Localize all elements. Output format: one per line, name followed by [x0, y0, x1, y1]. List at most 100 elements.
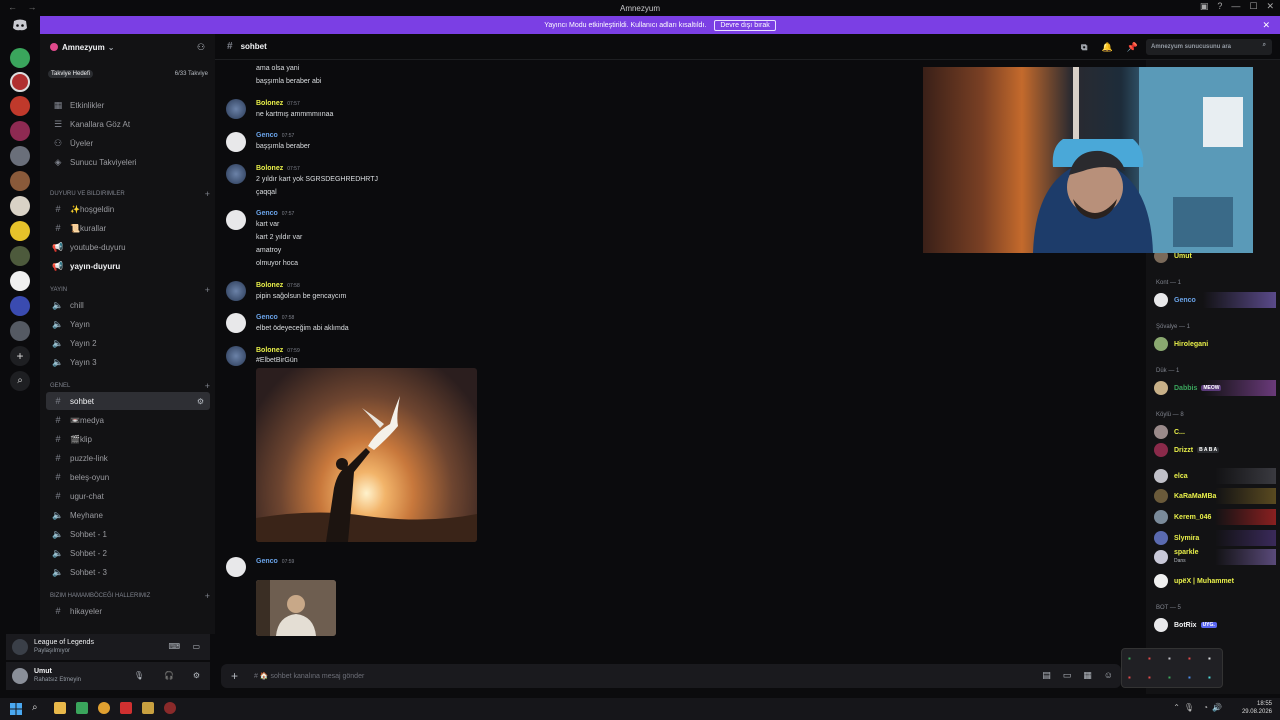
microphone-icon[interactable]: 🎙	[1184, 703, 1194, 712]
avatar[interactable]	[226, 313, 246, 333]
microphone-icon[interactable]: 🎙	[134, 671, 144, 680]
boost-goal[interactable]: Takviye Hedefi 6/33 Takviye	[48, 68, 208, 80]
avatar[interactable]	[226, 132, 246, 152]
search-icon[interactable]: ⌕	[32, 702, 38, 713]
server-icon[interactable]	[10, 96, 30, 116]
tray-app-icon[interactable]: ▪	[1148, 673, 1151, 682]
channel-item[interactable]: # 🎬klip	[46, 430, 210, 448]
channel-item[interactable]: 🔈 Yayın 2	[46, 334, 210, 352]
member-item[interactable]: Kerem_046	[1154, 509, 1276, 525]
category-general[interactable]: Genel +	[50, 380, 210, 392]
server-icon[interactable]	[10, 146, 30, 166]
server-icon[interactable]	[10, 246, 30, 266]
category-stream[interactable]: Yayın +	[50, 284, 210, 296]
channel-item[interactable]: # 📼medya	[46, 411, 210, 429]
tray-chevron-up-icon[interactable]: ⌃	[1173, 703, 1180, 712]
volume-icon[interactable]: 🔊	[1212, 703, 1222, 712]
member-item[interactable]: upëX | Muhammet	[1154, 573, 1276, 589]
add-channel-icon[interactable]: +	[205, 285, 210, 295]
message-author[interactable]: Genco 07:58	[256, 314, 294, 321]
tray-app-icon[interactable]: ▪	[1208, 673, 1211, 682]
category-announcements[interactable]: Duyuru ve Bildirimler +	[50, 188, 210, 200]
message-author[interactable]: Bolonez 07:58	[256, 282, 300, 289]
server-icon[interactable]	[10, 48, 30, 68]
message-author[interactable]: Genco 07:57	[256, 210, 294, 217]
member-item[interactable]: Drizzt B A B A	[1154, 442, 1276, 458]
server-header[interactable]: Amnezyum ⌄ ⚇	[40, 34, 215, 60]
tray-app-icon[interactable]: ▪	[1168, 673, 1171, 682]
channel-item[interactable]: 📢 yayın-duyuru	[46, 257, 210, 275]
channel-item[interactable]: 🔈 Meyhane	[46, 506, 210, 524]
channel-item[interactable]: 📢 youtube-duyuru	[46, 238, 210, 256]
add-attachment-icon[interactable]: +	[231, 669, 238, 683]
network-icon[interactable]: ◔	[1203, 703, 1208, 712]
message-author[interactable]: Bolonez 07:57	[256, 165, 300, 172]
add-channel-icon[interactable]: +	[205, 189, 210, 199]
channel-item[interactable]: 🔈 Sohbet - 3	[46, 563, 210, 581]
tray-app-icon[interactable]: ▪	[1188, 673, 1191, 682]
server-icon[interactable]	[10, 321, 30, 341]
minimize-button[interactable]: —	[1231, 1, 1240, 12]
server-icon[interactable]	[10, 271, 30, 291]
pin-icon[interactable]: 📌	[1127, 42, 1138, 53]
app-icon[interactable]	[164, 702, 176, 714]
sidebar-item-boosts[interactable]: ◈ Sunucu Takviyeleri	[46, 153, 210, 171]
taskbar-clock[interactable]: 18:55 29.08.2026	[1242, 700, 1272, 716]
channel-item[interactable]: 🔈 Sohbet - 1	[46, 525, 210, 543]
inbox-icon[interactable]: ▣	[1200, 1, 1209, 12]
channel-item[interactable]: # puzzle-link	[46, 449, 210, 467]
sidebar-item-events[interactable]: ▦ Etkinlikler	[46, 96, 210, 114]
member-item[interactable]: Slymira	[1154, 530, 1276, 546]
server-icon[interactable]	[10, 171, 30, 191]
member-item[interactable]: Genco	[1154, 292, 1276, 308]
sidebar-item-members[interactable]: ⚇ Üyeler	[46, 134, 210, 152]
maximize-button[interactable]: ☐	[1249, 1, 1257, 12]
sticker-icon[interactable]: ▦	[1083, 670, 1092, 681]
nav-arrows-icon[interactable]: ← →	[8, 2, 41, 12]
disable-streamer-mode-button[interactable]: Devre dışı bırak	[714, 19, 776, 31]
channel-item[interactable]: 🔈 chill	[46, 296, 210, 314]
app-icon[interactable]	[142, 702, 154, 714]
channel-item[interactable]: # 📜kurallar	[46, 219, 210, 237]
add-server-icon[interactable]: +	[10, 346, 30, 366]
settings-icon[interactable]: ⚙	[193, 671, 200, 680]
member-item[interactable]: C...	[1154, 424, 1276, 440]
tray-app-icon[interactable]: ▪	[1148, 654, 1151, 663]
avatar[interactable]	[226, 210, 246, 230]
member-item[interactable]: KaRaMaMBa	[1154, 488, 1276, 504]
tray-app-icon[interactable]: ▪	[1168, 654, 1171, 663]
channel-item[interactable]: 🔈 Yayın	[46, 315, 210, 333]
windows-start-icon[interactable]	[10, 703, 22, 715]
category-hamambocegi[interactable]: Bizim Hamamböceği Hallerimiz +	[50, 590, 210, 602]
chrome-icon[interactable]	[98, 702, 110, 714]
banner-close-icon[interactable]: ✕	[1262, 20, 1270, 31]
tray-app-icon[interactable]: ▪	[1128, 673, 1131, 682]
member-item[interactable]: sparkle Dans	[1154, 549, 1276, 565]
server-icon[interactable]	[10, 121, 30, 141]
app-icon[interactable]	[76, 702, 88, 714]
channel-item[interactable]: # beleş-oyun	[46, 468, 210, 486]
sidebar-item-browse-channels[interactable]: ☰ Kanallara Göz At	[46, 115, 210, 133]
avatar[interactable]	[226, 99, 246, 119]
image-attachment-dove-sunset[interactable]	[256, 368, 477, 542]
message-composer[interactable]: + # 🏠 sohbet kanalına mesaj gönder ▤ ▭ ▦…	[221, 664, 1121, 688]
headphones-icon[interactable]: 🎧	[164, 671, 174, 680]
screen-share-icon[interactable]: ▭	[192, 642, 200, 651]
server-icon[interactable]	[10, 296, 30, 316]
invite-people-icon[interactable]: ⚇	[197, 42, 207, 52]
member-item[interactable]: BotRix UYG.	[1154, 617, 1276, 633]
tray-app-icon[interactable]: ▪	[1208, 654, 1211, 663]
channel-item[interactable]: # hikayeler	[46, 602, 210, 620]
tray-app-icon[interactable]: ▪	[1128, 654, 1131, 663]
message-author[interactable]: Bolonez 07:59	[256, 347, 300, 354]
discover-icon[interactable]: ⌕	[10, 371, 30, 391]
channel-settings-icon[interactable]: ⚙	[197, 397, 204, 406]
gift-icon[interactable]: ▤	[1042, 670, 1051, 681]
gamepad-icon[interactable]: ⌨	[168, 642, 180, 651]
member-item[interactable]: elca	[1154, 468, 1276, 484]
member-item[interactable]: Hirolegani	[1154, 336, 1276, 352]
emoji-icon[interactable]: ☺	[1104, 670, 1113, 681]
server-icon[interactable]	[10, 221, 30, 241]
gif-icon[interactable]: ▭	[1063, 670, 1072, 681]
app-icon[interactable]	[120, 702, 132, 714]
